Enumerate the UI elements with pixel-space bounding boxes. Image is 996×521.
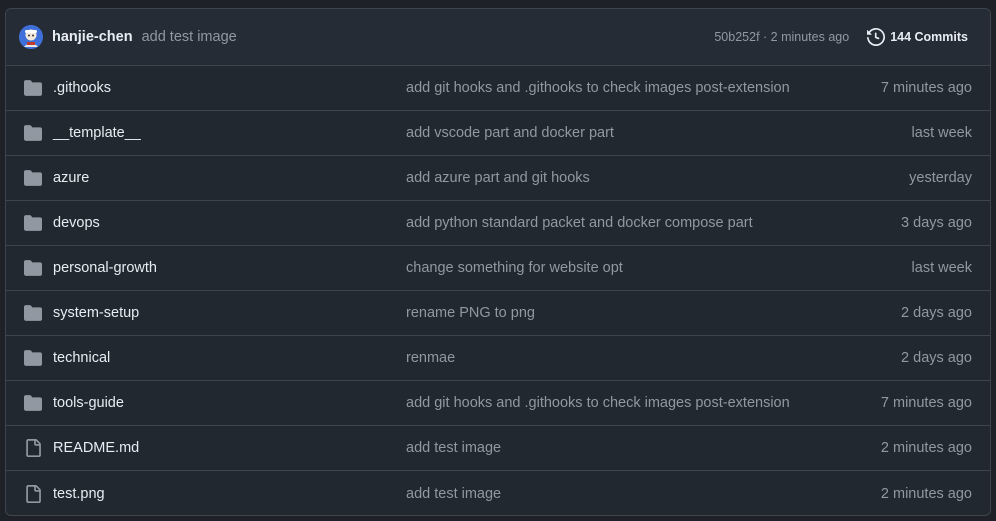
folder-row-devops[interactable]: devops add python standard packet and do… — [6, 201, 990, 246]
file-commit-age: 2 days ago — [901, 350, 972, 366]
commits-count-label: 144 Commits — [890, 30, 968, 44]
file-list: .githooks add git hooks and .githooks to… — [6, 66, 990, 515]
folder-icon — [24, 169, 42, 187]
file-icon — [26, 439, 41, 457]
file-name-link[interactable]: test.png — [53, 486, 406, 502]
folder-row-system-setup[interactable]: system-setup rename PNG to png 2 days ag… — [6, 291, 990, 336]
folder-icon — [24, 215, 42, 231]
file-commit-age: 2 days ago — [901, 305, 972, 321]
file-commit-message[interactable]: add test image — [406, 486, 881, 502]
file-row-readme-md[interactable]: README.md add test image 2 minutes ago — [6, 426, 990, 471]
file-icon — [26, 484, 41, 503]
file-name-link[interactable]: system-setup — [53, 305, 406, 321]
file-commit-age: last week — [911, 260, 972, 276]
latest-commit-message[interactable]: add test image — [142, 29, 237, 45]
file-name-link[interactable]: .githooks — [53, 80, 406, 96]
avatar-image-icon — [19, 25, 43, 49]
file-commit-message[interactable]: add git hooks and .githooks to check ima… — [406, 395, 881, 411]
file-name-link[interactable]: technical — [53, 350, 406, 366]
latest-commit-header: hanjie-chen add test image 50b252f · 2 m… — [6, 9, 990, 66]
folder-icon — [24, 350, 42, 366]
file-commit-message[interactable]: add python standard packet and docker co… — [406, 215, 901, 231]
folder-icon — [24, 349, 42, 367]
commit-author-link[interactable]: hanjie-chen — [52, 29, 133, 45]
folder-icon — [24, 214, 42, 232]
file-commit-age: 7 minutes ago — [880, 80, 972, 96]
file-commit-age: 2 minutes ago — [880, 440, 972, 456]
file-commit-message[interactable]: add azure part and git hooks — [406, 170, 909, 186]
folder-icon — [24, 259, 42, 277]
folder-row-personal-growth[interactable]: personal-growth change something for web… — [6, 246, 990, 291]
file-commit-age: 2 minutes ago — [880, 485, 972, 502]
file-commit-message[interactable]: add git hooks and .githooks to check ima… — [406, 80, 881, 96]
folder-icon — [24, 79, 42, 97]
file-commit-message[interactable]: renmae — [406, 350, 901, 366]
file-name-link[interactable]: README.md — [53, 440, 406, 456]
file-commit-message[interactable]: rename PNG to png — [406, 305, 901, 321]
folder-icon — [24, 395, 42, 411]
file-commit-message[interactable]: add test image — [406, 440, 881, 456]
file-commit-age: 7 minutes ago — [880, 395, 972, 411]
file-name-link[interactable]: __template__ — [53, 125, 406, 141]
folder-row-tools-guide[interactable]: tools-guide add git hooks and .githooks … — [6, 381, 990, 426]
file-commit-age: last week — [911, 125, 972, 141]
file-commit-message[interactable]: change something for website opt — [406, 260, 912, 276]
file-browser-panel: hanjie-chen add test image 50b252f · 2 m… — [5, 8, 991, 516]
folder-icon — [24, 260, 42, 276]
commit-sha-and-time[interactable]: 50b252f · 2 minutes ago — [714, 30, 849, 44]
file-commit-age: 3 days ago — [901, 215, 972, 231]
avatar[interactable] — [19, 25, 43, 49]
file-row-test-png[interactable]: test.png add test image 2 minutes ago — [6, 471, 990, 515]
folder-row-template[interactable]: __template__ add vscode part and docker … — [6, 111, 990, 156]
folder-icon — [24, 80, 42, 96]
file-icon — [24, 484, 42, 503]
folder-row-azure[interactable]: azure add azure part and git hooks yeste… — [6, 156, 990, 201]
folder-icon — [24, 305, 42, 321]
folder-icon — [24, 304, 42, 322]
folder-row-githooks[interactable]: .githooks add git hooks and .githooks to… — [6, 66, 990, 111]
folder-icon — [24, 124, 42, 142]
file-name-link[interactable]: tools-guide — [53, 395, 406, 411]
file-commit-age: yesterday — [909, 170, 972, 186]
folder-row-technical[interactable]: technical renmae 2 days ago — [6, 336, 990, 381]
folder-icon — [24, 125, 42, 141]
history-icon — [867, 28, 886, 46]
file-name-link[interactable]: azure — [53, 170, 406, 186]
file-commit-message[interactable]: add vscode part and docker part — [406, 125, 912, 141]
file-name-link[interactable]: devops — [53, 215, 406, 231]
folder-icon — [24, 394, 42, 412]
folder-icon — [24, 170, 42, 186]
file-name-link[interactable]: personal-growth — [53, 260, 406, 276]
file-icon — [24, 439, 42, 457]
commits-count-link[interactable]: 144 Commits — [867, 28, 968, 46]
